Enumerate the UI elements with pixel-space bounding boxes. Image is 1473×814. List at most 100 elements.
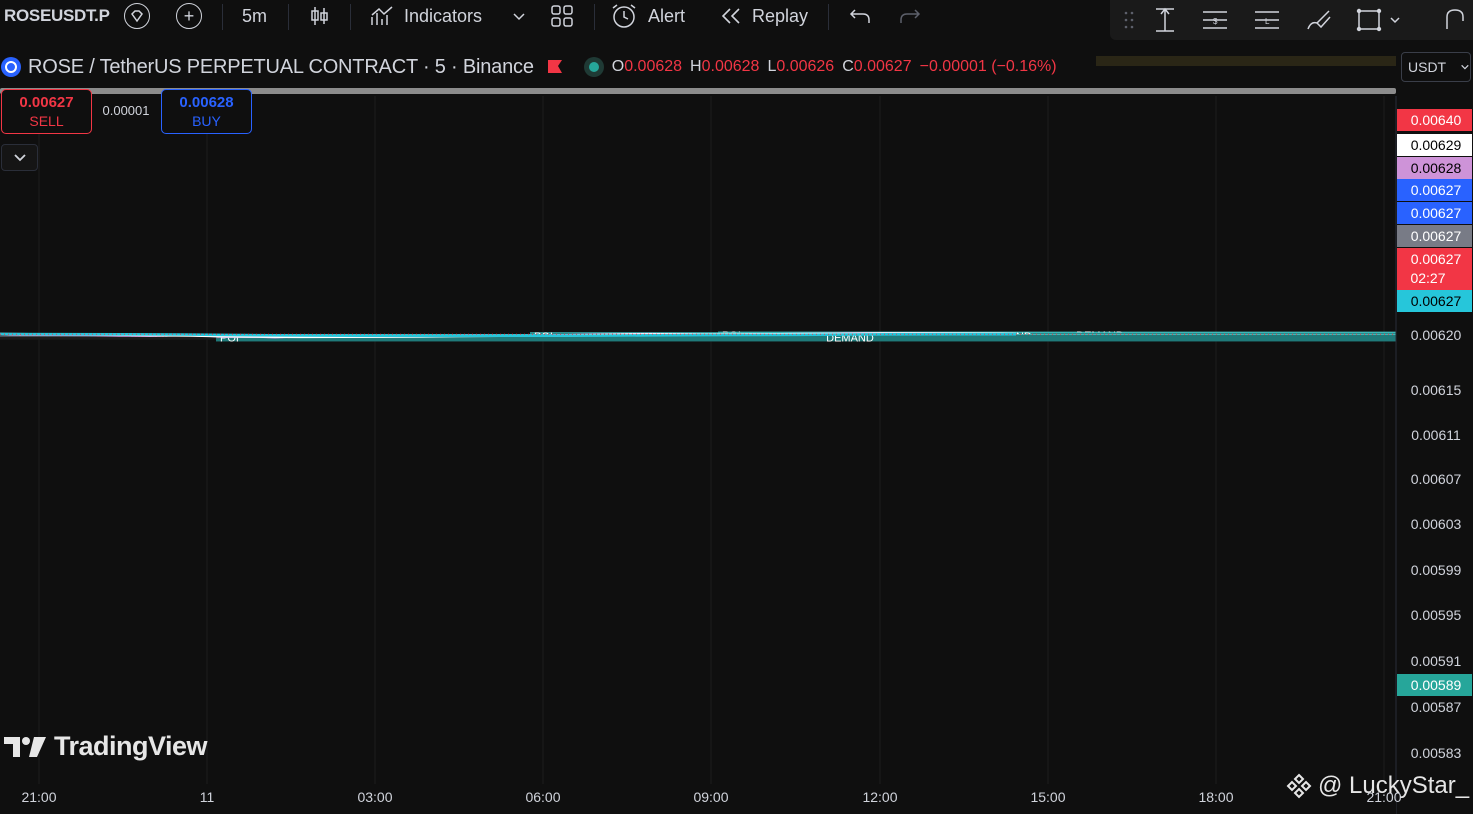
interval-label: 5m bbox=[242, 5, 268, 26]
rewind-icon bbox=[721, 8, 740, 24]
redo-button[interactable] bbox=[898, 0, 922, 32]
price-tick-label: 0.00607 bbox=[1411, 471, 1462, 487]
price-tick-label: 0.00587 bbox=[1411, 699, 1462, 715]
price-chart[interactable]: POIDEMANDPOIDEMANDPOIDEMAND0.006200.0061… bbox=[0, 96, 1473, 814]
price-tick-label: 0.00595 bbox=[1411, 607, 1462, 623]
text-lines-icon[interactable]: L bbox=[1252, 6, 1282, 34]
price-tick-label: 0.00603 bbox=[1411, 516, 1462, 532]
chevron-down-icon bbox=[513, 13, 525, 21]
time-tick-label: 11 bbox=[200, 789, 215, 805]
brush-icon[interactable] bbox=[1304, 6, 1334, 34]
divider bbox=[288, 4, 289, 30]
divider bbox=[594, 4, 595, 30]
close-key: C bbox=[842, 58, 854, 75]
undo-button[interactable] bbox=[848, 0, 872, 32]
magnet-icon[interactable] bbox=[1440, 6, 1470, 34]
divider bbox=[350, 4, 351, 30]
buy-button[interactable]: 0.00628 BUY bbox=[161, 89, 252, 134]
alert-button[interactable]: Alert bbox=[610, 0, 685, 32]
flag-icon[interactable] bbox=[546, 59, 564, 75]
open-value: 0.00628 bbox=[624, 58, 683, 75]
price-tick-label: 0.00591 bbox=[1411, 653, 1462, 669]
price-tag-value: 0.00628 bbox=[1411, 160, 1462, 176]
low-value: 0.00626 bbox=[776, 58, 835, 75]
price-tag-value: 0.00627 bbox=[1411, 182, 1462, 198]
drawing-tools-bar: $ L bbox=[1110, 0, 1473, 40]
indicators-label: Indicators bbox=[404, 5, 483, 26]
price-tick-label: 0.00615 bbox=[1411, 382, 1462, 398]
collapse-button[interactable] bbox=[1, 144, 38, 171]
indicators-icon bbox=[371, 6, 393, 25]
price-tag-value: 0.00589 bbox=[1411, 677, 1462, 693]
layouts-button[interactable] bbox=[550, 0, 574, 32]
replay-label: Replay bbox=[752, 5, 809, 26]
symbol-label: ROSEUSDT.P bbox=[4, 6, 110, 25]
time-tick-label: 12:00 bbox=[862, 789, 897, 805]
svg-text:L: L bbox=[1265, 17, 1270, 26]
favorite-button[interactable] bbox=[124, 0, 150, 32]
spread-value: 0.00001 bbox=[102, 103, 150, 118]
rose-coin-icon bbox=[1, 57, 21, 77]
price-tag-value: 0.00627 bbox=[1411, 228, 1462, 244]
sell-price: 0.00627 bbox=[19, 94, 74, 111]
chevron-down-icon bbox=[13, 153, 26, 161]
time-tick-label: 03:00 bbox=[357, 789, 392, 805]
price-tag-value: 0.00640 bbox=[1411, 112, 1462, 128]
price-tick-label: 0.00599 bbox=[1411, 562, 1462, 578]
indicators-dropdown[interactable] bbox=[512, 0, 526, 32]
replay-button[interactable]: Replay bbox=[720, 0, 808, 32]
time-tick-label: 09:00 bbox=[693, 789, 728, 805]
buy-price: 0.00628 bbox=[179, 94, 234, 111]
watermark-text: TradingView bbox=[54, 731, 208, 761]
author-text: @ LuckyStar_ bbox=[1318, 772, 1470, 799]
undo-icon bbox=[849, 9, 870, 23]
market-status-icon bbox=[583, 57, 604, 77]
measure-tool-icon[interactable] bbox=[1150, 6, 1180, 34]
redo-icon bbox=[900, 9, 921, 23]
chevron-down-icon bbox=[1461, 64, 1469, 70]
divider bbox=[828, 4, 829, 30]
chart-type-button[interactable] bbox=[308, 0, 330, 32]
author-watermark: @ LuckyStar_ bbox=[1286, 772, 1469, 800]
top-toolbar: ROSEUSDT.P + 5m Indicators Alert Replay … bbox=[0, 0, 1473, 40]
high-value: 0.00628 bbox=[701, 58, 760, 75]
price-tag-value: 0.00627 bbox=[1411, 293, 1462, 309]
sell-label: SELL bbox=[29, 113, 64, 129]
tradingview-logo-icon bbox=[4, 736, 46, 757]
price-tick-label: 0.00583 bbox=[1411, 745, 1462, 761]
price-tick-label: 0.00611 bbox=[1411, 427, 1461, 443]
candles-icon bbox=[311, 7, 328, 25]
price-tag-value: 0.00627 bbox=[1411, 251, 1462, 267]
sell-button[interactable]: 0.00627 SELL bbox=[1, 89, 92, 134]
drag-handle-icon[interactable] bbox=[1114, 6, 1144, 34]
time-tick-label: 21:00 bbox=[21, 789, 56, 805]
rectangle-tool-icon[interactable] bbox=[1354, 6, 1384, 34]
alarm-clock-icon bbox=[612, 4, 636, 28]
open-key: O bbox=[611, 58, 625, 75]
countdown-label: 02:27 bbox=[1410, 270, 1445, 286]
chevron-down-icon[interactable] bbox=[1386, 6, 1404, 34]
high-key: H bbox=[690, 58, 702, 75]
tradingview-watermark: TradingView bbox=[4, 731, 208, 762]
interval-button[interactable]: 5m bbox=[242, 0, 267, 32]
long-position-icon[interactable]: $ bbox=[1200, 6, 1230, 34]
change-value: −0.00001 (−0.16%) bbox=[919, 58, 1057, 75]
alert-label: Alert bbox=[648, 5, 686, 26]
price-tag-value: 0.00629 bbox=[1411, 137, 1462, 153]
compare-symbol-button[interactable]: + bbox=[176, 0, 202, 32]
svg-text:$: $ bbox=[1213, 17, 1218, 26]
time-tick-label: 15:00 bbox=[1030, 789, 1065, 805]
currency-selector[interactable]: USDT bbox=[1401, 52, 1471, 82]
diamond-icon bbox=[124, 3, 150, 29]
divider bbox=[222, 4, 223, 30]
grid-icon bbox=[551, 5, 573, 27]
indicators-button[interactable]: Indicators bbox=[370, 0, 482, 32]
plus-icon: + bbox=[176, 3, 202, 29]
price-tick-label: 0.00620 bbox=[1411, 327, 1462, 343]
symbol-search-button[interactable]: ROSEUSDT.P bbox=[0, 0, 120, 32]
price-tag-value: 0.00627 bbox=[1411, 205, 1462, 221]
close-value: 0.00627 bbox=[853, 58, 912, 75]
time-tick-label: 06:00 bbox=[525, 789, 560, 805]
buy-label: BUY bbox=[192, 113, 221, 129]
binance-logo-icon bbox=[1286, 773, 1312, 799]
